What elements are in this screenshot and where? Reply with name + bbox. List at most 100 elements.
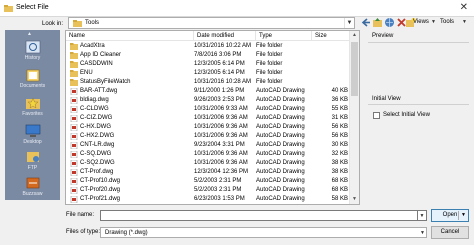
history-icon — [25, 40, 40, 54]
chevron-down-icon[interactable]: ▼ — [461, 210, 466, 221]
file-row[interactable]: C-CIZ.DWG 10/31/2006 9:36 AM AutoCAD Drawi… — [66, 114, 350, 123]
file-date: 10/31/2006 9:36 AM — [194, 151, 248, 157]
file-row[interactable]: CT-Prof20.dwg 5/2/2003 2:31 PM AutoCAD Dra… — [66, 186, 350, 195]
file-size: 55 KB — [331, 106, 348, 112]
search-web-icon[interactable] — [384, 17, 395, 28]
file-name: C-SQ2.DWG — [80, 160, 115, 166]
file-row[interactable]: CT-Prof21.dwg 6/23/2003 1:53 PM AutoCAD Dr… — [66, 195, 350, 204]
buzzsaw-icon — [26, 177, 39, 189]
file-row[interactable]: C-HX2.DWG 10/31/2006 9:36 AM AutoCAD Drawi… — [66, 132, 350, 141]
file-size: 38 KB — [331, 160, 348, 166]
place-history[interactable]: History — [5, 40, 60, 61]
file-type: AutoCAD Drawing — [256, 115, 305, 121]
filetype-value: Drawing (*.dwg) — [105, 230, 148, 236]
dwg-file-icon — [70, 88, 78, 95]
file-row[interactable]: C-SQ.DWG 10/31/2006 9:36 AM AutoCAD Drawin… — [66, 150, 350, 159]
file-type: AutoCAD Drawing — [256, 133, 305, 139]
file-row[interactable]: CT-Prof10.dwg 5/2/2003 2:31 PM AutoCAD Dra… — [66, 177, 350, 186]
file-date: 9/26/2003 2:53 PM — [194, 97, 245, 103]
lookin-combo[interactable]: Tools ▼ — [68, 17, 355, 29]
favorites-icon — [25, 97, 40, 109]
chevron-down-icon[interactable]: ▼ — [344, 18, 354, 28]
file-type: AutoCAD Drawing — [256, 160, 305, 166]
close-icon[interactable]: ✕ — [460, 2, 468, 13]
file-name: CT-Prof.dwg — [80, 169, 114, 175]
file-row[interactable]: bldiag.dwg 9/26/2003 2:53 PM AutoCAD Drawi… — [66, 96, 350, 105]
file-row[interactable]: CNT-LR.dwg 9/23/2004 3:31 PM AutoCAD Drawi… — [66, 141, 350, 150]
scroll-down-icon[interactable]: ▼ — [350, 195, 359, 204]
up-folder-icon[interactable] — [372, 17, 383, 28]
chevron-down-icon[interactable]: ▼ — [420, 228, 425, 239]
file-date: 5/2/2003 2:31 PM — [194, 187, 242, 193]
file-date: 10/31/2016 10:22 AM — [194, 43, 252, 49]
filename-input[interactable] — [100, 210, 418, 221]
file-row[interactable]: CT-Prof.dwg 12/3/2004 12:36 PM AutoCAD Dra… — [66, 168, 350, 177]
place-favorites[interactable]: Favorites — [5, 96, 60, 117]
file-size: 68 KB — [331, 178, 348, 184]
file-type: AutoCAD Drawing — [256, 169, 305, 175]
scroll-up-icon[interactable]: ▲ — [350, 31, 359, 40]
select-initial-view-checkbox[interactable] — [373, 112, 380, 119]
file-size: 40 KB — [331, 88, 348, 94]
dwg-file-icon — [70, 151, 78, 158]
file-row[interactable]: AcadXtra 10/31/2016 10:22 AM File folder — [66, 42, 350, 51]
lookin-value: Tools — [85, 20, 100, 26]
place-documents[interactable]: Documents — [5, 68, 60, 89]
folder-icon — [70, 61, 78, 68]
tools-menu[interactable]: Tools — [440, 19, 454, 25]
chevron-down-icon[interactable]: ▼ — [462, 19, 467, 25]
file-row[interactable]: C-CLDWG 10/31/2006 9:33 AM AutoCAD Drawing… — [66, 105, 350, 114]
column-header-name[interactable]: Name — [66, 31, 194, 41]
views-menu[interactable]: Views — [413, 19, 429, 25]
place-desktop[interactable]: Desktop — [5, 124, 60, 145]
documents-icon — [26, 69, 39, 82]
file-row[interactable]: C-SQ2.DWG 10/31/2006 9:36 AM AutoCAD Drawi… — [66, 159, 350, 168]
dwg-file-icon — [70, 160, 78, 167]
file-date: 9/3/2011 10:01 AM — [194, 204, 244, 205]
column-header-type[interactable]: Type — [256, 31, 312, 41]
file-type: AutoCAD Drawing — [256, 88, 305, 94]
open-button[interactable]: Open ▼ — [431, 209, 469, 222]
file-row[interactable]: C-HX.DWG 10/31/2006 9:36 AM AutoCAD Drawin… — [66, 123, 350, 132]
scroll-thumb[interactable] — [351, 42, 358, 96]
file-type: AutoCAD Drawing — [256, 151, 305, 157]
initial-view-divider — [368, 104, 469, 105]
preview-pane — [368, 42, 469, 93]
file-date: 10/31/2006 9:36 AM — [194, 115, 248, 121]
file-date: 10/31/2006 9:36 AM — [194, 160, 248, 166]
select-initial-view-label[interactable]: Select Initial View — [383, 112, 430, 118]
file-row[interactable]: StatusByFileWatch 10/31/2016 10:28 AM File… — [66, 78, 350, 87]
window-title: Select File — [16, 4, 49, 11]
file-row[interactable]: CT-Prof3.dwg 9/3/2011 10:01 AM AutoCAD Dra… — [66, 204, 350, 205]
chevron-down-icon[interactable]: ▼ — [418, 210, 427, 221]
file-row[interactable]: App ID Cleaner 7/8/2016 3:06 PM File folde… — [66, 51, 350, 60]
file-name: CT-Prof20.dwg — [80, 187, 121, 193]
file-name: BAR-ATT.dwg — [80, 88, 118, 94]
column-header-date[interactable]: Date modified — [194, 31, 256, 41]
scroll-up-icon[interactable]: ▲ — [27, 31, 32, 37]
file-date: 12/3/2005 6:14 PM — [194, 61, 245, 67]
file-date: 12/3/2005 6:14 PM — [194, 70, 245, 76]
file-name: CT-Prof3.dwg — [80, 204, 117, 205]
file-type: AutoCAD Drawing — [256, 196, 305, 202]
desktop-icon — [25, 124, 40, 137]
column-header-size[interactable]: Size — [312, 31, 350, 41]
places-sidebar: ▲ History Documents Favorites Desktop FT… — [5, 30, 60, 200]
file-row[interactable]: BAR-ATT.dwg 9/11/2000 1:26 PM AutoCAD Draw… — [66, 87, 350, 96]
chevron-down-icon[interactable]: ▼ — [431, 19, 436, 25]
cancel-button[interactable]: Cancel — [431, 226, 469, 239]
file-type: File folder — [256, 61, 283, 67]
place-buzzsaw[interactable]: Buzzsaw — [5, 176, 60, 197]
back-icon[interactable] — [360, 17, 371, 28]
file-name: CASDDWIN — [80, 61, 113, 67]
place-ftp[interactable]: FTP — [5, 150, 60, 171]
file-type: File folder — [256, 43, 283, 49]
dwg-file-icon — [70, 106, 78, 113]
file-list[interactable]: Name Date modified Type Size AcadXtra 10/… — [65, 30, 360, 205]
filetype-combo[interactable]: Drawing (*.dwg) ▼ — [100, 227, 427, 238]
file-row[interactable]: ENU 12/3/2005 6:14 PM File folder — [66, 69, 350, 78]
vertical-scrollbar[interactable]: ▲ ▼ — [349, 31, 359, 204]
file-row[interactable]: CASDDWIN 12/3/2005 6:14 PM File folder — [66, 60, 350, 69]
file-size: 68 KB — [331, 187, 348, 193]
file-type: AutoCAD Drawing — [256, 142, 305, 148]
